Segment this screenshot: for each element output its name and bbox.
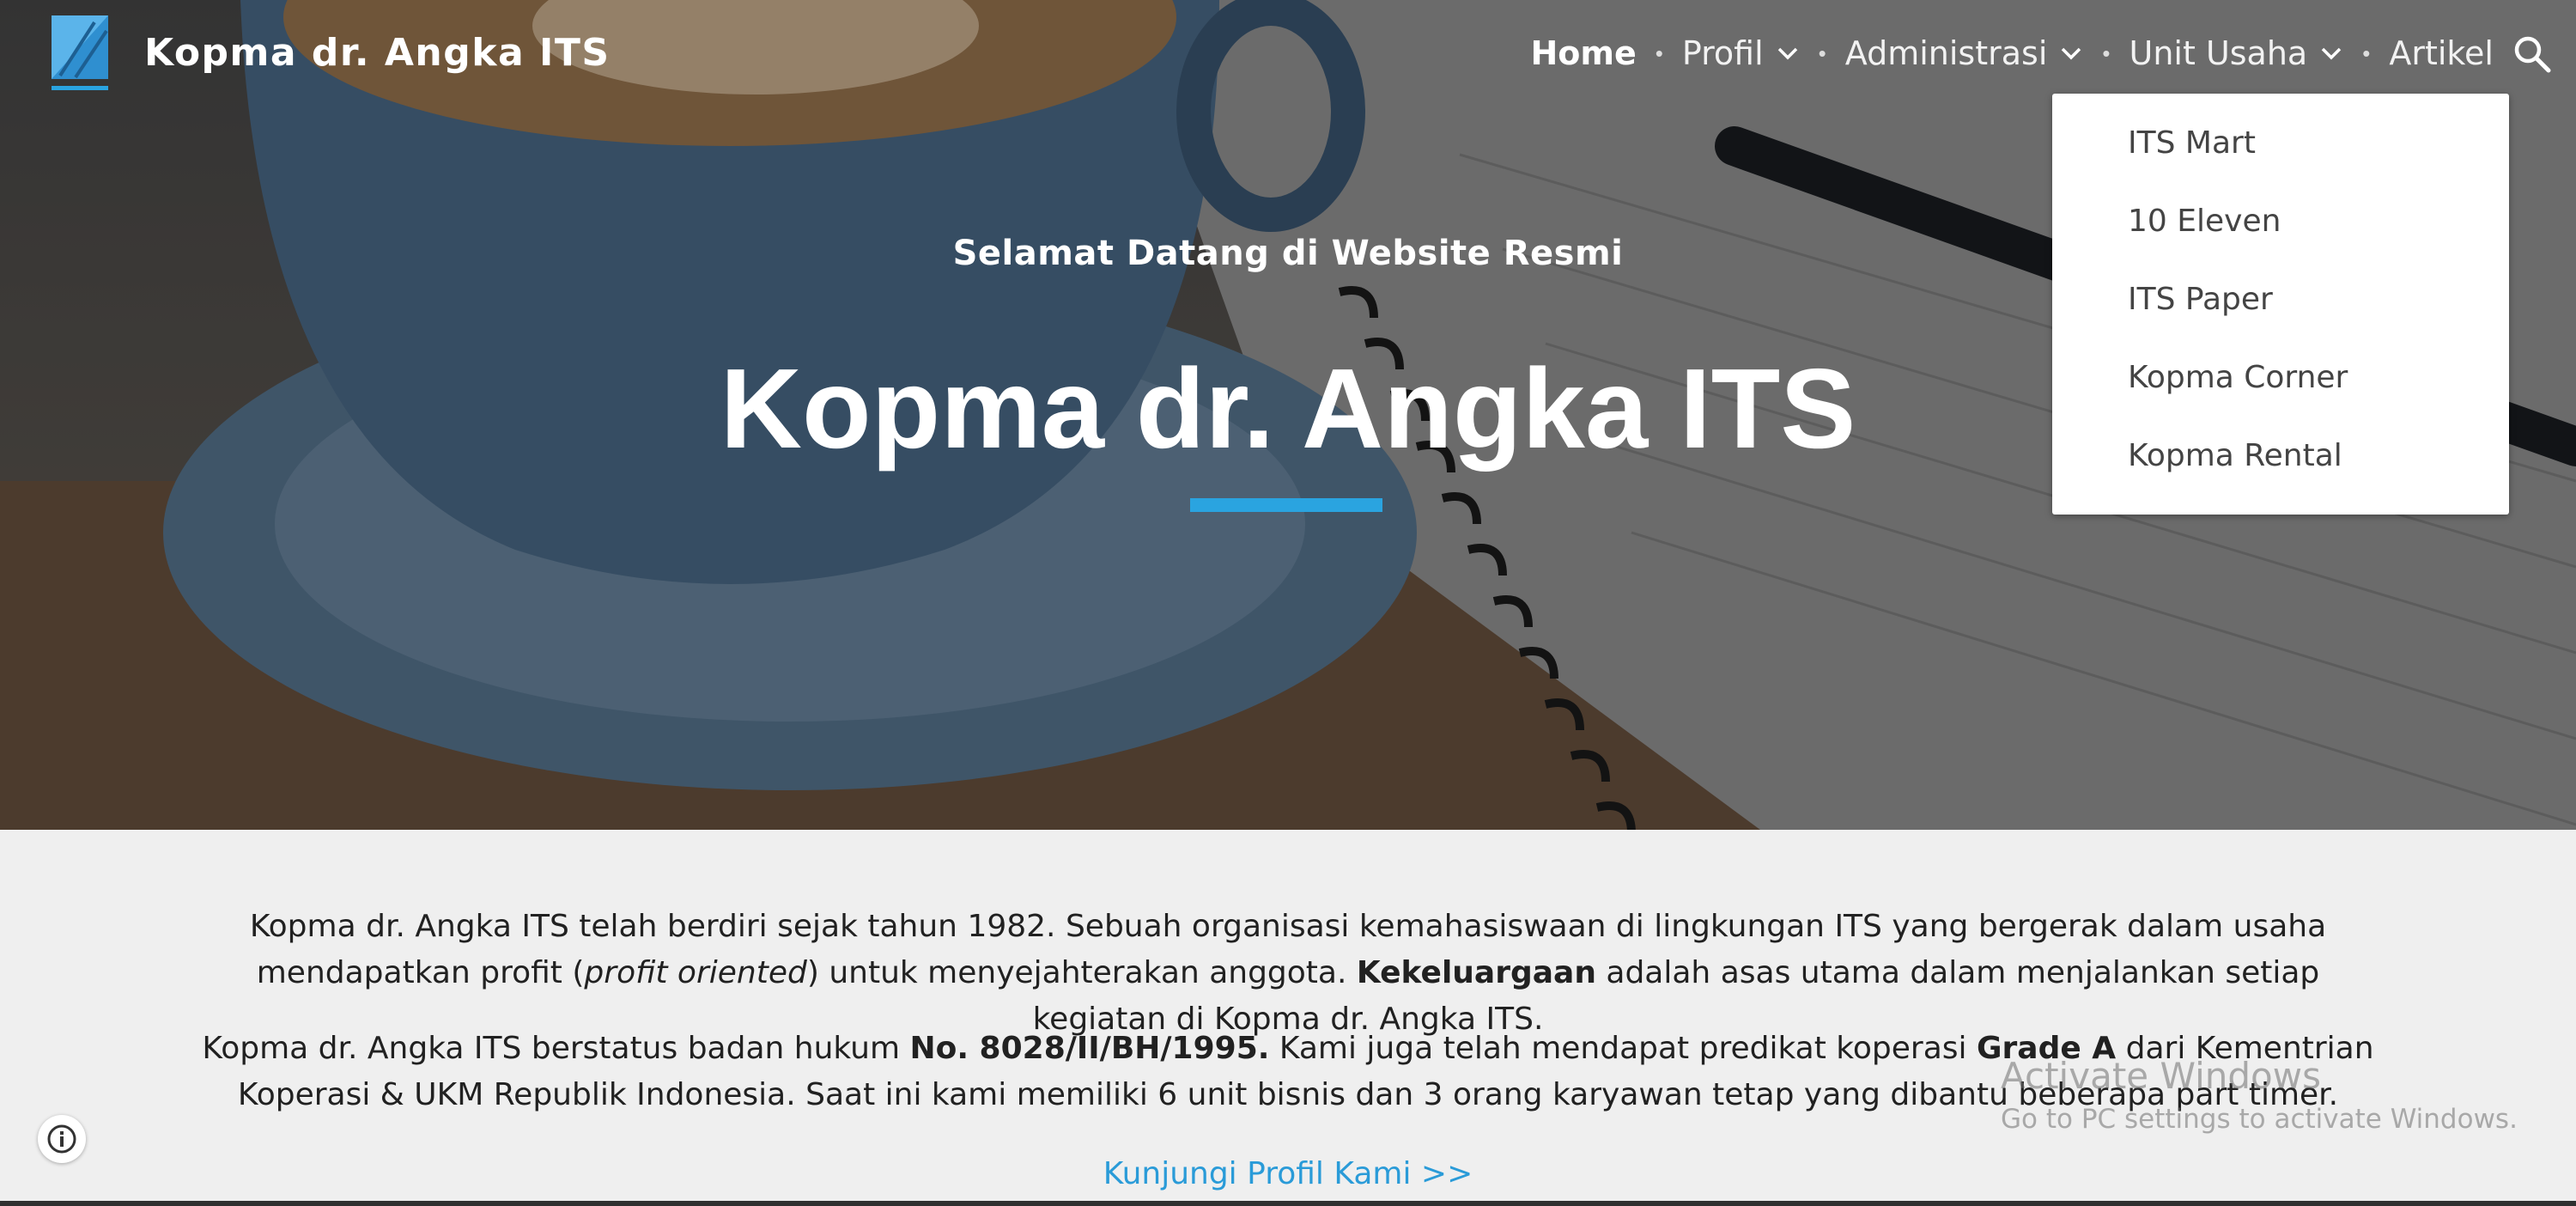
nav-administrasi[interactable]: Administrasi bbox=[1845, 34, 2084, 72]
nav-unit-usaha-label: Unit Usaha bbox=[2129, 34, 2308, 72]
nav-artikel-label: Artikel bbox=[2389, 34, 2494, 72]
bottom-edge bbox=[0, 1201, 2576, 1206]
site-logo[interactable] bbox=[52, 15, 108, 91]
nav-profil[interactable]: Profil bbox=[1682, 34, 1800, 72]
nav-separator: • bbox=[2362, 40, 2371, 66]
chevron-down-icon bbox=[2321, 47, 2342, 60]
text-segment: ) untuk menyejahterakan anggota. bbox=[806, 955, 1357, 990]
text-bold: No. 8028/II/BH/1995. bbox=[909, 1031, 1270, 1066]
nav-separator: • bbox=[1655, 40, 1663, 66]
dropdown-item-kopma-rental[interactable]: Kopma Rental bbox=[2052, 417, 2509, 495]
nav-profil-label: Profil bbox=[1681, 34, 1764, 72]
info-icon bbox=[47, 1124, 76, 1154]
unit-usaha-dropdown: ITS Mart 10 Eleven ITS Paper Kopma Corne… bbox=[2052, 94, 2509, 515]
intro-section: Kopma dr. Angka ITS telah berdiri sejak … bbox=[0, 830, 2576, 1206]
watermark-title: Activate Windows bbox=[2001, 1055, 2321, 1097]
windows-activation-watermark: Activate Windows Go to PC settings to ac… bbox=[2001, 1055, 2518, 1135]
dropdown-item-its-mart[interactable]: ITS Mart bbox=[2052, 104, 2509, 182]
nav-artikel[interactable]: Artikel bbox=[2389, 34, 2494, 72]
watermark-subtitle: Go to PC settings to activate Windows. bbox=[2001, 1104, 2518, 1135]
dropdown-item-10-eleven[interactable]: 10 Eleven bbox=[2052, 182, 2509, 260]
site-name[interactable]: Kopma dr. Angka ITS bbox=[144, 26, 611, 81]
dropdown-item-kopma-corner[interactable]: Kopma Corner bbox=[2052, 338, 2509, 417]
nav-home[interactable]: Home bbox=[1530, 34, 1636, 72]
text-bold: Kekeluargaan bbox=[1356, 955, 1596, 990]
site-info-button[interactable] bbox=[38, 1115, 86, 1163]
nav-unit-usaha[interactable]: Unit Usaha bbox=[2129, 34, 2344, 72]
text-segment: Kami juga telah mendapat predikat kopera… bbox=[1269, 1031, 1977, 1066]
main-navigation: Home • Profil • Administrasi • Unit Usah… bbox=[1530, 26, 2494, 81]
dropdown-item-its-paper[interactable]: ITS Paper bbox=[2052, 260, 2509, 338]
chevron-down-icon bbox=[1777, 47, 1797, 60]
search-icon[interactable] bbox=[2511, 33, 2554, 76]
hero-accent-divider bbox=[1190, 498, 1382, 512]
chevron-down-icon bbox=[2062, 47, 2081, 60]
text-segment: Kopma dr. Angka ITS berstatus badan huku… bbox=[202, 1031, 910, 1066]
nav-administrasi-label: Administrasi bbox=[1844, 34, 2048, 72]
nav-home-label: Home bbox=[1530, 34, 1637, 72]
profile-link[interactable]: Kunjungi Profil Kami >> bbox=[0, 1156, 2576, 1191]
nav-separator: • bbox=[2102, 40, 2111, 66]
nav-separator: • bbox=[1818, 40, 1826, 66]
intro-paragraph-1: Kopma dr. Angka ITS telah berdiri sejak … bbox=[197, 904, 2379, 1043]
text-emphasis: profit oriented bbox=[584, 955, 807, 990]
